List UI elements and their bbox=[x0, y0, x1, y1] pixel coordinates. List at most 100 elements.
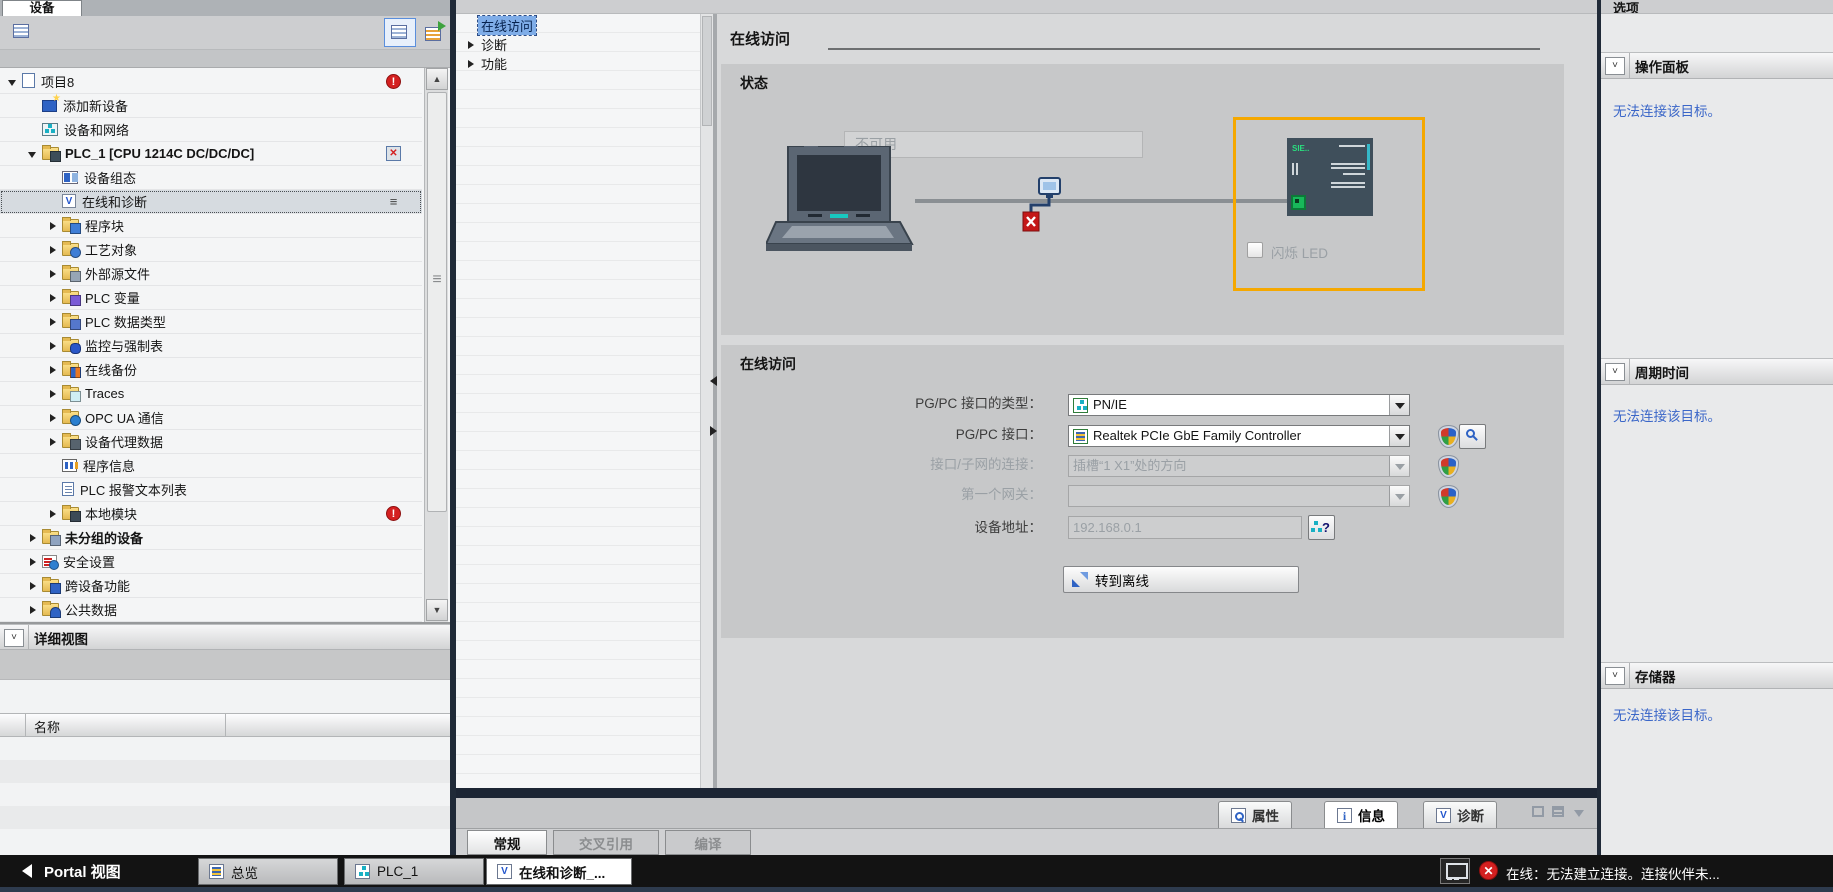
collapse-chevron-icon[interactable]: ˅ bbox=[1605, 363, 1625, 381]
tree-item-program-info[interactable]: 程序信息 bbox=[0, 454, 422, 478]
expand-arrow-icon[interactable] bbox=[48, 341, 62, 351]
nav-item-diagnostics[interactable]: 诊断 bbox=[456, 35, 700, 54]
collapse-chevron-icon[interactable]: ˅ bbox=[4, 629, 24, 647]
tree-item-online-and-diagnostics[interactable]: 在线和诊断≡ bbox=[0, 190, 422, 214]
inspector-tab-properties[interactable]: 属性 bbox=[1218, 801, 1292, 828]
collapse-arrow-icon[interactable] bbox=[8, 77, 22, 87]
expand-arrow-icon[interactable] bbox=[48, 389, 62, 399]
tree-item-watch-and-force-tables[interactable]: 监控与强制表 bbox=[0, 334, 422, 358]
scrollbar-thumb[interactable] bbox=[427, 92, 447, 512]
tree-item-local-modules[interactable]: 本地模块! bbox=[0, 502, 422, 526]
title-rule bbox=[828, 48, 1540, 50]
go-offline-button[interactable]: 转到离线 bbox=[1063, 566, 1299, 593]
expand-arrow-icon[interactable] bbox=[48, 365, 62, 375]
collapse-chevron-icon[interactable]: ˅ bbox=[1605, 667, 1625, 685]
dropdown-arrow-icon[interactable] bbox=[1389, 395, 1409, 415]
tree-item-external-source-files[interactable]: 外部源文件 bbox=[0, 262, 422, 286]
cannot-connect-message: 无法连接该目标。 bbox=[1613, 405, 1721, 425]
subtab-compile[interactable]: 编译 bbox=[665, 830, 751, 855]
options-section-operator-panel[interactable]: ˅操作面板 bbox=[1601, 52, 1833, 79]
interface-subnet-connection-dropdown: 插槽“1 X1”处的方向 bbox=[1068, 455, 1410, 477]
tree-item-device-configuration[interactable]: 设备组态 bbox=[0, 166, 422, 190]
taskbar-button-plc-1[interactable]: PLC_1 bbox=[344, 858, 484, 885]
expand-arrow-icon[interactable] bbox=[28, 605, 42, 615]
detail-view-header[interactable]: ˅ 详细视图 bbox=[0, 624, 450, 650]
nav-item-online-access[interactable]: 在线访问 bbox=[456, 16, 700, 35]
tree-item-plc-1[interactable]: PLC_1 [CPU 1214C DC/DC/DC]✕ bbox=[0, 142, 422, 166]
chevron-down-icon[interactable] bbox=[1574, 810, 1584, 817]
float-window-icon[interactable] bbox=[1532, 806, 1544, 817]
plc-data-types-icon bbox=[62, 315, 79, 328]
expand-arrow-icon[interactable] bbox=[48, 269, 62, 279]
nav-scrollbar-thumb[interactable] bbox=[702, 16, 712, 126]
tree-item-cross-device-functions[interactable]: 跨设备功能 bbox=[0, 574, 422, 598]
network-connector-error-icon bbox=[1014, 176, 1066, 237]
tree-view-icon[interactable] bbox=[8, 19, 34, 45]
dropdown-arrow-icon[interactable] bbox=[1389, 426, 1409, 446]
tree-item-ungrouped-devices[interactable]: 未分组的设备 bbox=[0, 526, 422, 550]
tree-item-project-8[interactable]: 项目8! bbox=[0, 70, 422, 94]
expand-arrow-icon[interactable] bbox=[28, 557, 42, 567]
tree-item-common-data[interactable]: 公共数据 bbox=[0, 598, 422, 622]
expand-arrow-icon[interactable] bbox=[48, 413, 62, 423]
expand-arrow-icon[interactable] bbox=[28, 533, 42, 543]
expand-arrow-icon[interactable] bbox=[48, 221, 62, 231]
nav-item-label: 功能 bbox=[478, 54, 510, 73]
pgpc-interface-type-dropdown[interactable]: PN/IE bbox=[1068, 394, 1410, 416]
expand-arrow-icon[interactable] bbox=[48, 437, 62, 447]
expand-arrow-icon[interactable] bbox=[28, 581, 42, 591]
portal-view-button[interactable]: Portal 视图 bbox=[44, 861, 121, 882]
inspector-tab-diagnostics[interactable]: 诊断 bbox=[1423, 801, 1497, 828]
dock-window-icon[interactable] bbox=[1552, 806, 1564, 817]
subtab-general[interactable]: 常规 bbox=[467, 830, 547, 855]
expand-arrow-icon[interactable] bbox=[48, 293, 62, 303]
inspector-tab-info[interactable]: 信息 bbox=[1324, 801, 1398, 828]
options-section-cycle-time[interactable]: ˅周期时间 bbox=[1601, 358, 1833, 385]
expand-arrow-icon[interactable] bbox=[48, 317, 62, 327]
column-header-name[interactable]: 名称 bbox=[26, 714, 226, 736]
tree-item-online-backups[interactable]: 在线备份 bbox=[0, 358, 422, 382]
tree-item-opc-ua-communication[interactable]: OPC UA 通信 bbox=[0, 406, 422, 430]
options-section-memory[interactable]: ˅存储器 bbox=[1601, 662, 1833, 689]
uac-shield-icon bbox=[1439, 426, 1458, 447]
tree-item-security-settings[interactable]: 安全设置 bbox=[0, 550, 422, 574]
export-table-button[interactable] bbox=[419, 18, 448, 47]
detect-interface-button[interactable] bbox=[1459, 424, 1486, 449]
tree-item-program-blocks[interactable]: 程序块 bbox=[0, 214, 422, 238]
collapse-right-icon[interactable] bbox=[710, 426, 717, 436]
collapse-arrow-icon[interactable] bbox=[28, 149, 42, 159]
tab-devices[interactable]: 设备 bbox=[2, 0, 82, 16]
collapse-chevron-icon[interactable]: ˅ bbox=[1605, 57, 1625, 75]
tree-item-technology-objects[interactable]: 工艺对象 bbox=[0, 238, 422, 262]
collapse-left-icon[interactable] bbox=[710, 376, 717, 386]
scroll-up-icon[interactable]: ▲ bbox=[426, 68, 448, 90]
accessible-devices-button[interactable] bbox=[1308, 515, 1335, 540]
expand-arrow-icon[interactable] bbox=[466, 59, 478, 69]
tree-scrollbar[interactable]: ▲ ▼ bbox=[424, 68, 448, 622]
status-panel-icon[interactable] bbox=[1440, 858, 1470, 884]
device-proxy-data-icon bbox=[62, 435, 79, 448]
details-toggle-button[interactable] bbox=[384, 18, 416, 47]
technology-objects-icon bbox=[62, 243, 79, 256]
tree-item-device-proxy-data[interactable]: 设备代理数据 bbox=[0, 430, 422, 454]
scroll-down-icon[interactable]: ▼ bbox=[426, 599, 448, 621]
expand-arrow-icon[interactable] bbox=[48, 509, 62, 519]
tree-item-add-new-device[interactable]: 添加新设备 bbox=[0, 94, 422, 118]
portal-back-icon[interactable] bbox=[22, 864, 32, 878]
program-blocks-icon bbox=[62, 219, 79, 232]
pgpc-interface-dropdown[interactable]: Realtek PCIe GbE Family Controller bbox=[1068, 425, 1410, 447]
nav-scrollbar[interactable] bbox=[700, 14, 713, 790]
tree-item-traces[interactable]: Traces bbox=[0, 382, 422, 406]
tree-item-plc-data-types[interactable]: PLC 数据类型 bbox=[0, 310, 422, 334]
taskbar-button-label: 总览 bbox=[231, 862, 258, 882]
subtab-cross-references[interactable]: 交叉引用 bbox=[553, 830, 659, 855]
tree-item-plc-alarm-text-lists[interactable]: PLC 报警文本列表 bbox=[0, 478, 422, 502]
expand-arrow-icon[interactable] bbox=[48, 245, 62, 255]
taskbar-button-online-diagnostics[interactable]: 在线和诊断_... bbox=[486, 858, 632, 885]
nav-item-functions[interactable]: 功能 bbox=[456, 54, 700, 73]
expand-arrow-icon[interactable] bbox=[466, 40, 478, 50]
taskbar-button-overview[interactable]: 总览 bbox=[198, 858, 338, 885]
tree-item-plc-tags[interactable]: PLC 变量 bbox=[0, 286, 422, 310]
tree-item-devices-and-networks[interactable]: 设备和网络 bbox=[0, 118, 422, 142]
add-new-device-icon bbox=[42, 100, 57, 112]
